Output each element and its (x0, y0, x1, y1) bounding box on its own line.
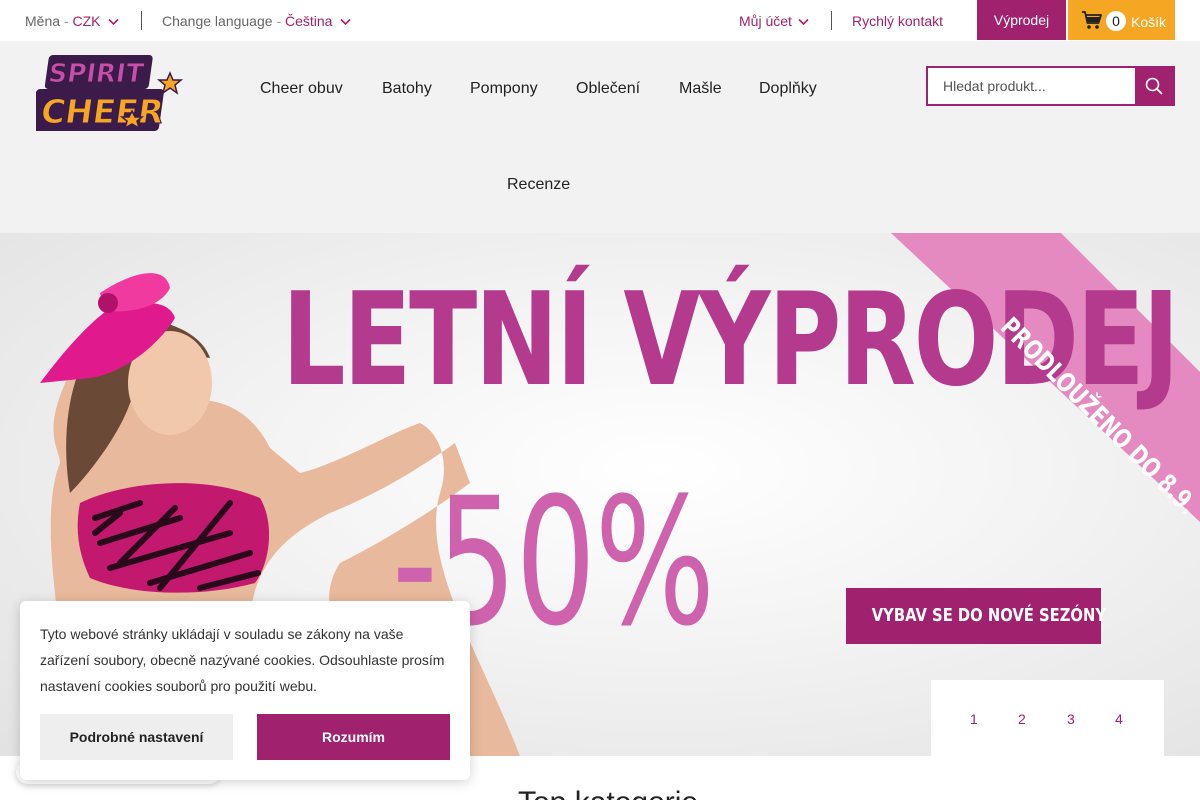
nav-batohy[interactable]: Batohy (382, 80, 432, 98)
nav-pompony[interactable]: Pompony (470, 80, 538, 98)
section-title: Top kategorie (518, 786, 698, 800)
svg-text:SPIRIT: SPIRIT (46, 59, 145, 89)
currency-value: CZK (72, 13, 101, 29)
slider-pagination: 1 2 3 4 (931, 680, 1164, 756)
quick-contact-link[interactable]: Rychlý kontakt (852, 13, 943, 29)
cookie-text: Tyto webové stránky ukládají v souladu s… (40, 626, 445, 694)
nav-masle[interactable]: Mašle (679, 80, 722, 98)
nav-doplnky[interactable]: Doplňky (759, 80, 817, 98)
nav-obleceni[interactable]: Oblečení (576, 80, 640, 98)
hero-cta-label: VYBAV SE DO NOVÉ SEZÓNY (871, 605, 1107, 626)
cart-button[interactable]: 0 Košík (1068, 0, 1175, 40)
cart-icon (1082, 11, 1102, 29)
spirit-cheer-logo[interactable]: SPIRIT CHEER (36, 49, 186, 137)
language-value: Čeština (285, 13, 333, 29)
search-button[interactable] (1135, 68, 1173, 104)
search-input[interactable] (928, 68, 1135, 104)
slide-dot-2[interactable]: 2 (1018, 711, 1026, 727)
cookie-accept-button[interactable]: Rozumím (257, 714, 450, 760)
slide-dot-1[interactable]: 1 (970, 711, 978, 727)
language-selector[interactable]: Change language - Čeština (162, 13, 351, 29)
sale-button[interactable]: Výprodej (977, 0, 1066, 40)
chevron-down-icon (108, 19, 119, 26)
cart-label: Košík (1131, 14, 1167, 30)
language-separator: - (276, 13, 282, 29)
svg-text:CHEER: CHEER (38, 92, 166, 131)
currency-separator: - (63, 13, 69, 29)
account-label: Můj účet (739, 13, 792, 29)
main-header: SPIRIT CHEER Cheer obuv Batohy Pompony O… (0, 41, 1200, 233)
nav-cheer-obuv[interactable]: Cheer obuv (260, 80, 343, 98)
account-menu[interactable]: Můj účet (739, 13, 809, 29)
cookie-consent: Tyto webové stránky ukládají v souladu s… (20, 601, 470, 780)
divider (141, 11, 142, 30)
cart-count-badge: 0 (1106, 11, 1126, 31)
chevron-down-icon (798, 19, 809, 26)
slide-dot-4[interactable]: 4 (1115, 711, 1123, 727)
search-icon (1145, 77, 1163, 95)
nav-recenze[interactable]: Recenze (507, 176, 570, 194)
slide-dot-3[interactable]: 3 (1067, 711, 1075, 727)
divider (831, 11, 832, 30)
chevron-down-icon (340, 19, 351, 26)
hero-cta-button[interactable]: VYBAV SE DO NOVÉ SEZÓNY (846, 588, 1106, 644)
top-bar: Měna - CZK Change language - Čeština Můj… (0, 0, 1200, 41)
cookie-settings-button[interactable]: Podrobné nastavení (40, 714, 233, 760)
search-box (926, 66, 1175, 106)
language-label: Change language (162, 13, 273, 29)
currency-label: Měna (25, 13, 61, 29)
currency-selector[interactable]: Měna - CZK (25, 13, 119, 29)
